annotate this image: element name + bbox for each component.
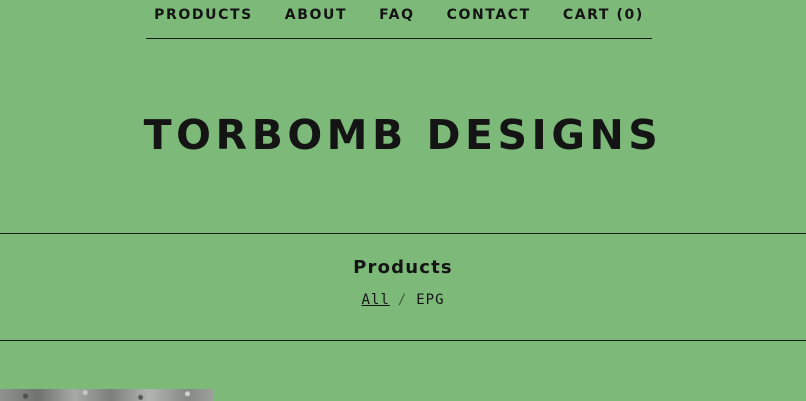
nav-contact-link[interactable]: CONTACT [447, 7, 531, 23]
product-thumbnail-image[interactable] [0, 389, 213, 401]
section-divider-top [0, 233, 806, 234]
page-title: Products [353, 257, 453, 278]
category-filter: All / EPG [0, 290, 806, 310]
nav-about-link[interactable]: ABOUT [285, 7, 347, 23]
site-title[interactable]: TORBOMB DESIGNS [0, 110, 806, 160]
nav-cart-link[interactable]: CART (0) [563, 7, 644, 23]
category-all-link[interactable]: All [361, 290, 389, 310]
top-navigation: PRODUCTS ABOUT FAQ CONTACT CART (0) [146, 0, 652, 39]
nav-products-link[interactable]: PRODUCTS [154, 7, 253, 23]
section-divider-bottom [0, 340, 806, 341]
nav-faq-link[interactable]: FAQ [379, 7, 415, 23]
category-epg-link[interactable]: EPG [416, 290, 444, 310]
page: PRODUCTS ABOUT FAQ CONTACT CART (0) TORB… [0, 0, 806, 401]
category-separator: / [397, 292, 408, 308]
